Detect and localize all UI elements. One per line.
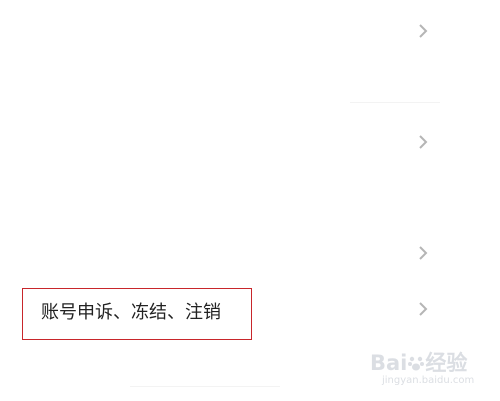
highlight-box: 账号申诉、冻结、注销 — [22, 288, 252, 340]
row-divider — [130, 386, 280, 387]
chevron-right-icon — [414, 244, 432, 262]
watermark-logo: Bai 经验 — [370, 347, 467, 377]
row-divider — [350, 102, 440, 103]
account-appeal-label: 账号申诉、冻结、注销 — [41, 302, 221, 323]
chevron-right-icon — [414, 300, 432, 318]
paw-icon — [407, 353, 425, 371]
chevron-right-icon — [414, 133, 432, 151]
watermark-url: jingyan.baidu.com — [382, 375, 475, 386]
chevron-right-icon — [414, 22, 432, 40]
settings-row-1[interactable] — [0, 2, 500, 58]
baidu-jingyan-watermark: Bai 经验 jingyan.baidu.com — [370, 345, 488, 393]
watermark-logo-text-cn: 经验 — [425, 351, 468, 375]
watermark-logo-text: Bai — [370, 351, 408, 375]
settings-row-3[interactable] — [0, 224, 500, 280]
settings-row-2[interactable] — [0, 113, 500, 169]
